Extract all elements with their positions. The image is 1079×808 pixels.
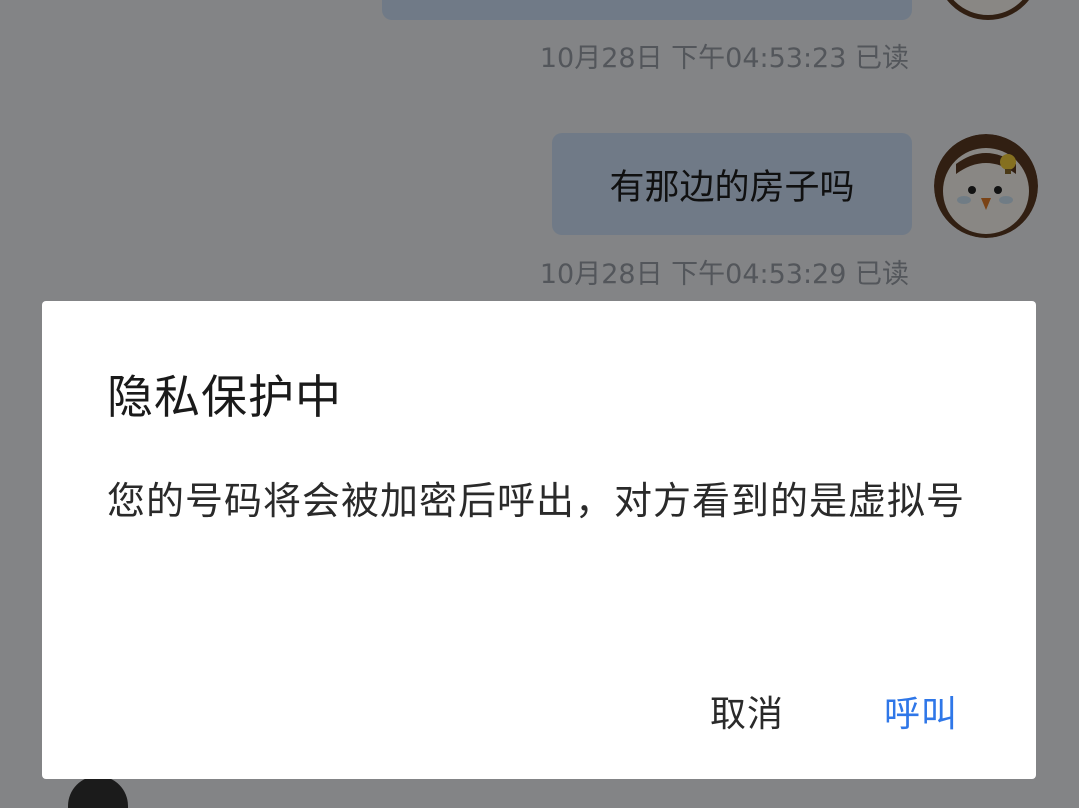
privacy-dialog: 隐私保护中 您的号码将会被加密后呼出，对方看到的是虚拟号 取消 呼叫 [42,301,1036,779]
call-button[interactable]: 呼叫 [884,685,958,737]
dialog-title: 隐私保护中 [107,370,342,424]
cancel-button[interactable]: 取消 [710,685,784,737]
dialog-message: 您的号码将会被加密后呼出，对方看到的是虚拟号 [107,479,966,523]
